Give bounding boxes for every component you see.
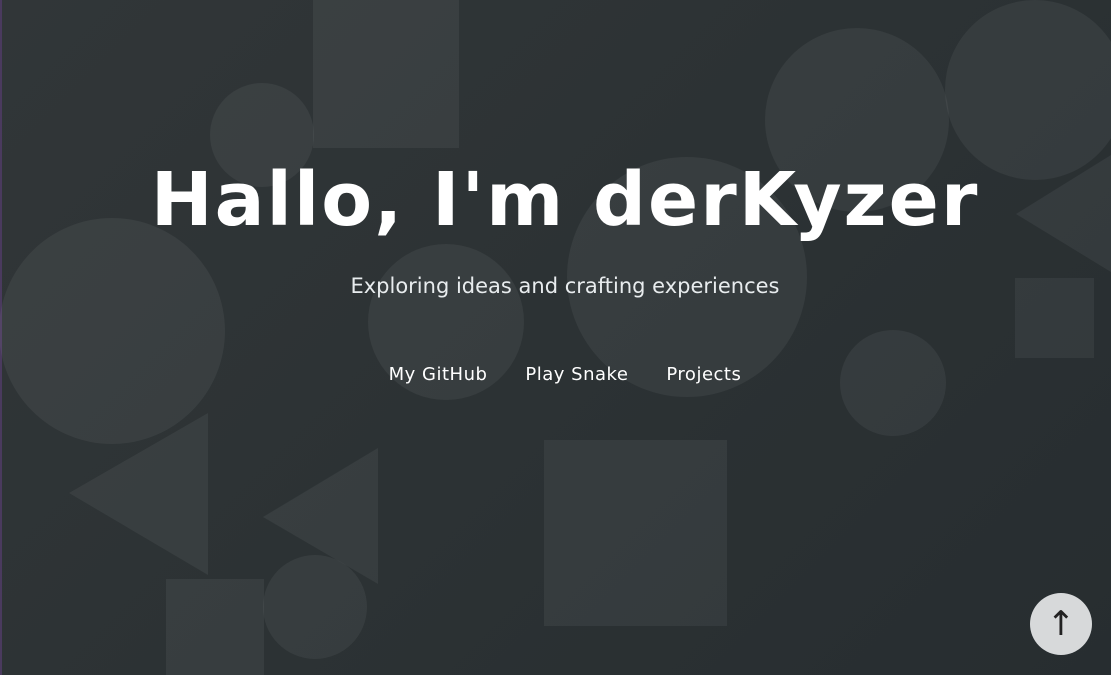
hero-subtitle: Exploring ideas and crafting experiences (350, 274, 780, 298)
scroll-to-top-button[interactable]: ↑ (1030, 593, 1092, 655)
hero-section: Hallo, I'm derKyzer Exploring ideas and … (0, 0, 1111, 675)
nav-link-play-snake[interactable]: Play Snake (525, 360, 628, 390)
nav-link-github[interactable]: My GitHub (389, 360, 488, 390)
hero-nav: My GitHub Play Snake Projects (0, 360, 1111, 390)
hero-title: Hallo, I'm derKyzer (150, 157, 980, 243)
arrow-up-icon: ↑ (1046, 604, 1076, 644)
nav-link-projects[interactable]: Projects (666, 360, 741, 390)
